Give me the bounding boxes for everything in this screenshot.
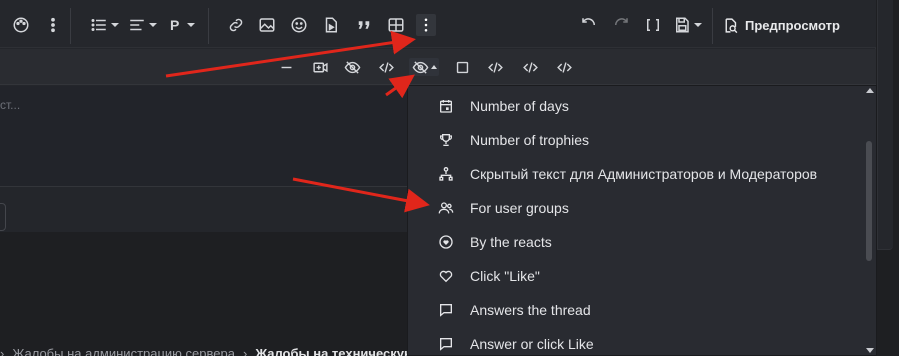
list-icon [91,19,106,31]
code-icon[interactable] [377,58,395,76]
breadcrumb-item[interactable]: Жалобы на администрацию сервера [12,346,235,356]
save-icon [676,17,689,33]
scroll-thumb[interactable] [866,141,872,261]
align-left-icon [130,19,144,31]
quote-icon[interactable] [355,14,373,36]
menu-item-label: Click "Like" [470,268,540,284]
menu-item-label: Number of trophies [470,132,590,148]
palette-icon[interactable] [12,14,30,36]
chevron-down-icon [187,23,196,27]
smiley-icon[interactable] [290,14,308,36]
menu-item-number-of-days[interactable]: Number of days [408,89,858,123]
main-toolbar: P Предпросмотр [0,0,876,48]
menu-item-label: By the reacts [470,234,552,250]
side-panel-edge [877,0,893,250]
menu-item-label: Answer or click Like [470,336,594,352]
breadcrumb-separator: › [242,346,248,356]
dropdown-scrollbar[interactable] [863,86,875,355]
chevron-up-icon [430,65,437,69]
chevron-down-icon [111,23,119,27]
link-icon[interactable] [227,14,245,36]
paragraph-dropdown-button[interactable]: P [170,14,196,36]
menu-item-for-user-groups[interactable]: For user groups [408,191,858,225]
eye-off-icon[interactable] [343,58,361,76]
menu-item-label: Answers the thread [470,302,591,318]
media-file-icon[interactable] [322,14,340,36]
calendar-icon [438,98,454,114]
eye-off-icon [412,60,428,74]
video-add-icon[interactable] [311,58,329,76]
hide-content-dropdown-button[interactable] [409,58,439,76]
trophy-icon [438,132,454,148]
preview-label: Предпросмотр [745,17,840,33]
image-icon[interactable] [258,14,276,36]
preview-doc-icon [725,17,738,33]
hierarchy-icon [438,166,454,182]
list-dropdown-button[interactable] [90,14,119,36]
chevron-down-icon [694,23,702,27]
comment-icon [438,302,454,318]
save-draft-button[interactable] [673,14,702,36]
breadcrumb: › Жалобы на администрацию сервера › Жало… [0,346,524,356]
users-icon [438,200,454,216]
preview-button[interactable]: Предпросмотр [722,12,840,38]
undo-icon[interactable] [580,14,598,36]
menu-item-label: For user groups [470,200,569,216]
scroll-up-arrow-icon[interactable] [866,88,874,93]
more-options-icon[interactable] [416,14,436,36]
menu-item-click-like[interactable]: Click "Like" [408,259,858,293]
attach-box[interactable] [0,203,6,231]
comment-icon [438,336,454,352]
menu-item-label: Number of days [470,98,569,114]
table-icon[interactable] [387,14,405,36]
toolbar-divider [712,8,713,44]
paragraph-label: P [170,17,180,33]
menu-item-number-of-trophies[interactable]: Number of trophies [408,123,858,157]
scroll-down-arrow-icon[interactable] [866,348,874,353]
editor-placeholder: ст... [0,98,21,112]
menu-item-staff-hidden-text[interactable]: Скрытый текст для Администраторов и Моде… [408,157,858,191]
toolbar-divider [208,8,209,44]
code-icon[interactable] [521,58,539,76]
menu-item-by-the-reacts[interactable]: By the reacts [408,225,858,259]
square-icon[interactable] [453,58,471,76]
heart-outline-icon [438,268,454,284]
toolbar-divider [70,8,71,44]
secondary-toolbar [0,49,876,85]
more-options-small-icon[interactable] [44,14,62,36]
menu-item-answers-thread[interactable]: Answers the thread [408,293,858,327]
menu-item-label: Скрытый текст для Администраторов и Моде… [470,166,818,182]
chevron-down-icon [149,23,157,27]
code-icon[interactable] [486,58,504,76]
horizontal-rule-icon[interactable] [277,58,295,76]
heart-circle-icon [438,234,454,250]
redo-icon[interactable] [612,14,630,36]
menu-item-answer-or-like[interactable]: Answer or click Like [408,327,858,355]
hide-content-dropdown-menu: Number of days Number of trophies Скрыты… [407,85,877,356]
breadcrumb-separator: › [0,346,5,356]
code-icon[interactable] [555,58,573,76]
align-dropdown-button[interactable] [128,14,157,36]
bbcode-toggle-icon[interactable] [644,14,662,36]
